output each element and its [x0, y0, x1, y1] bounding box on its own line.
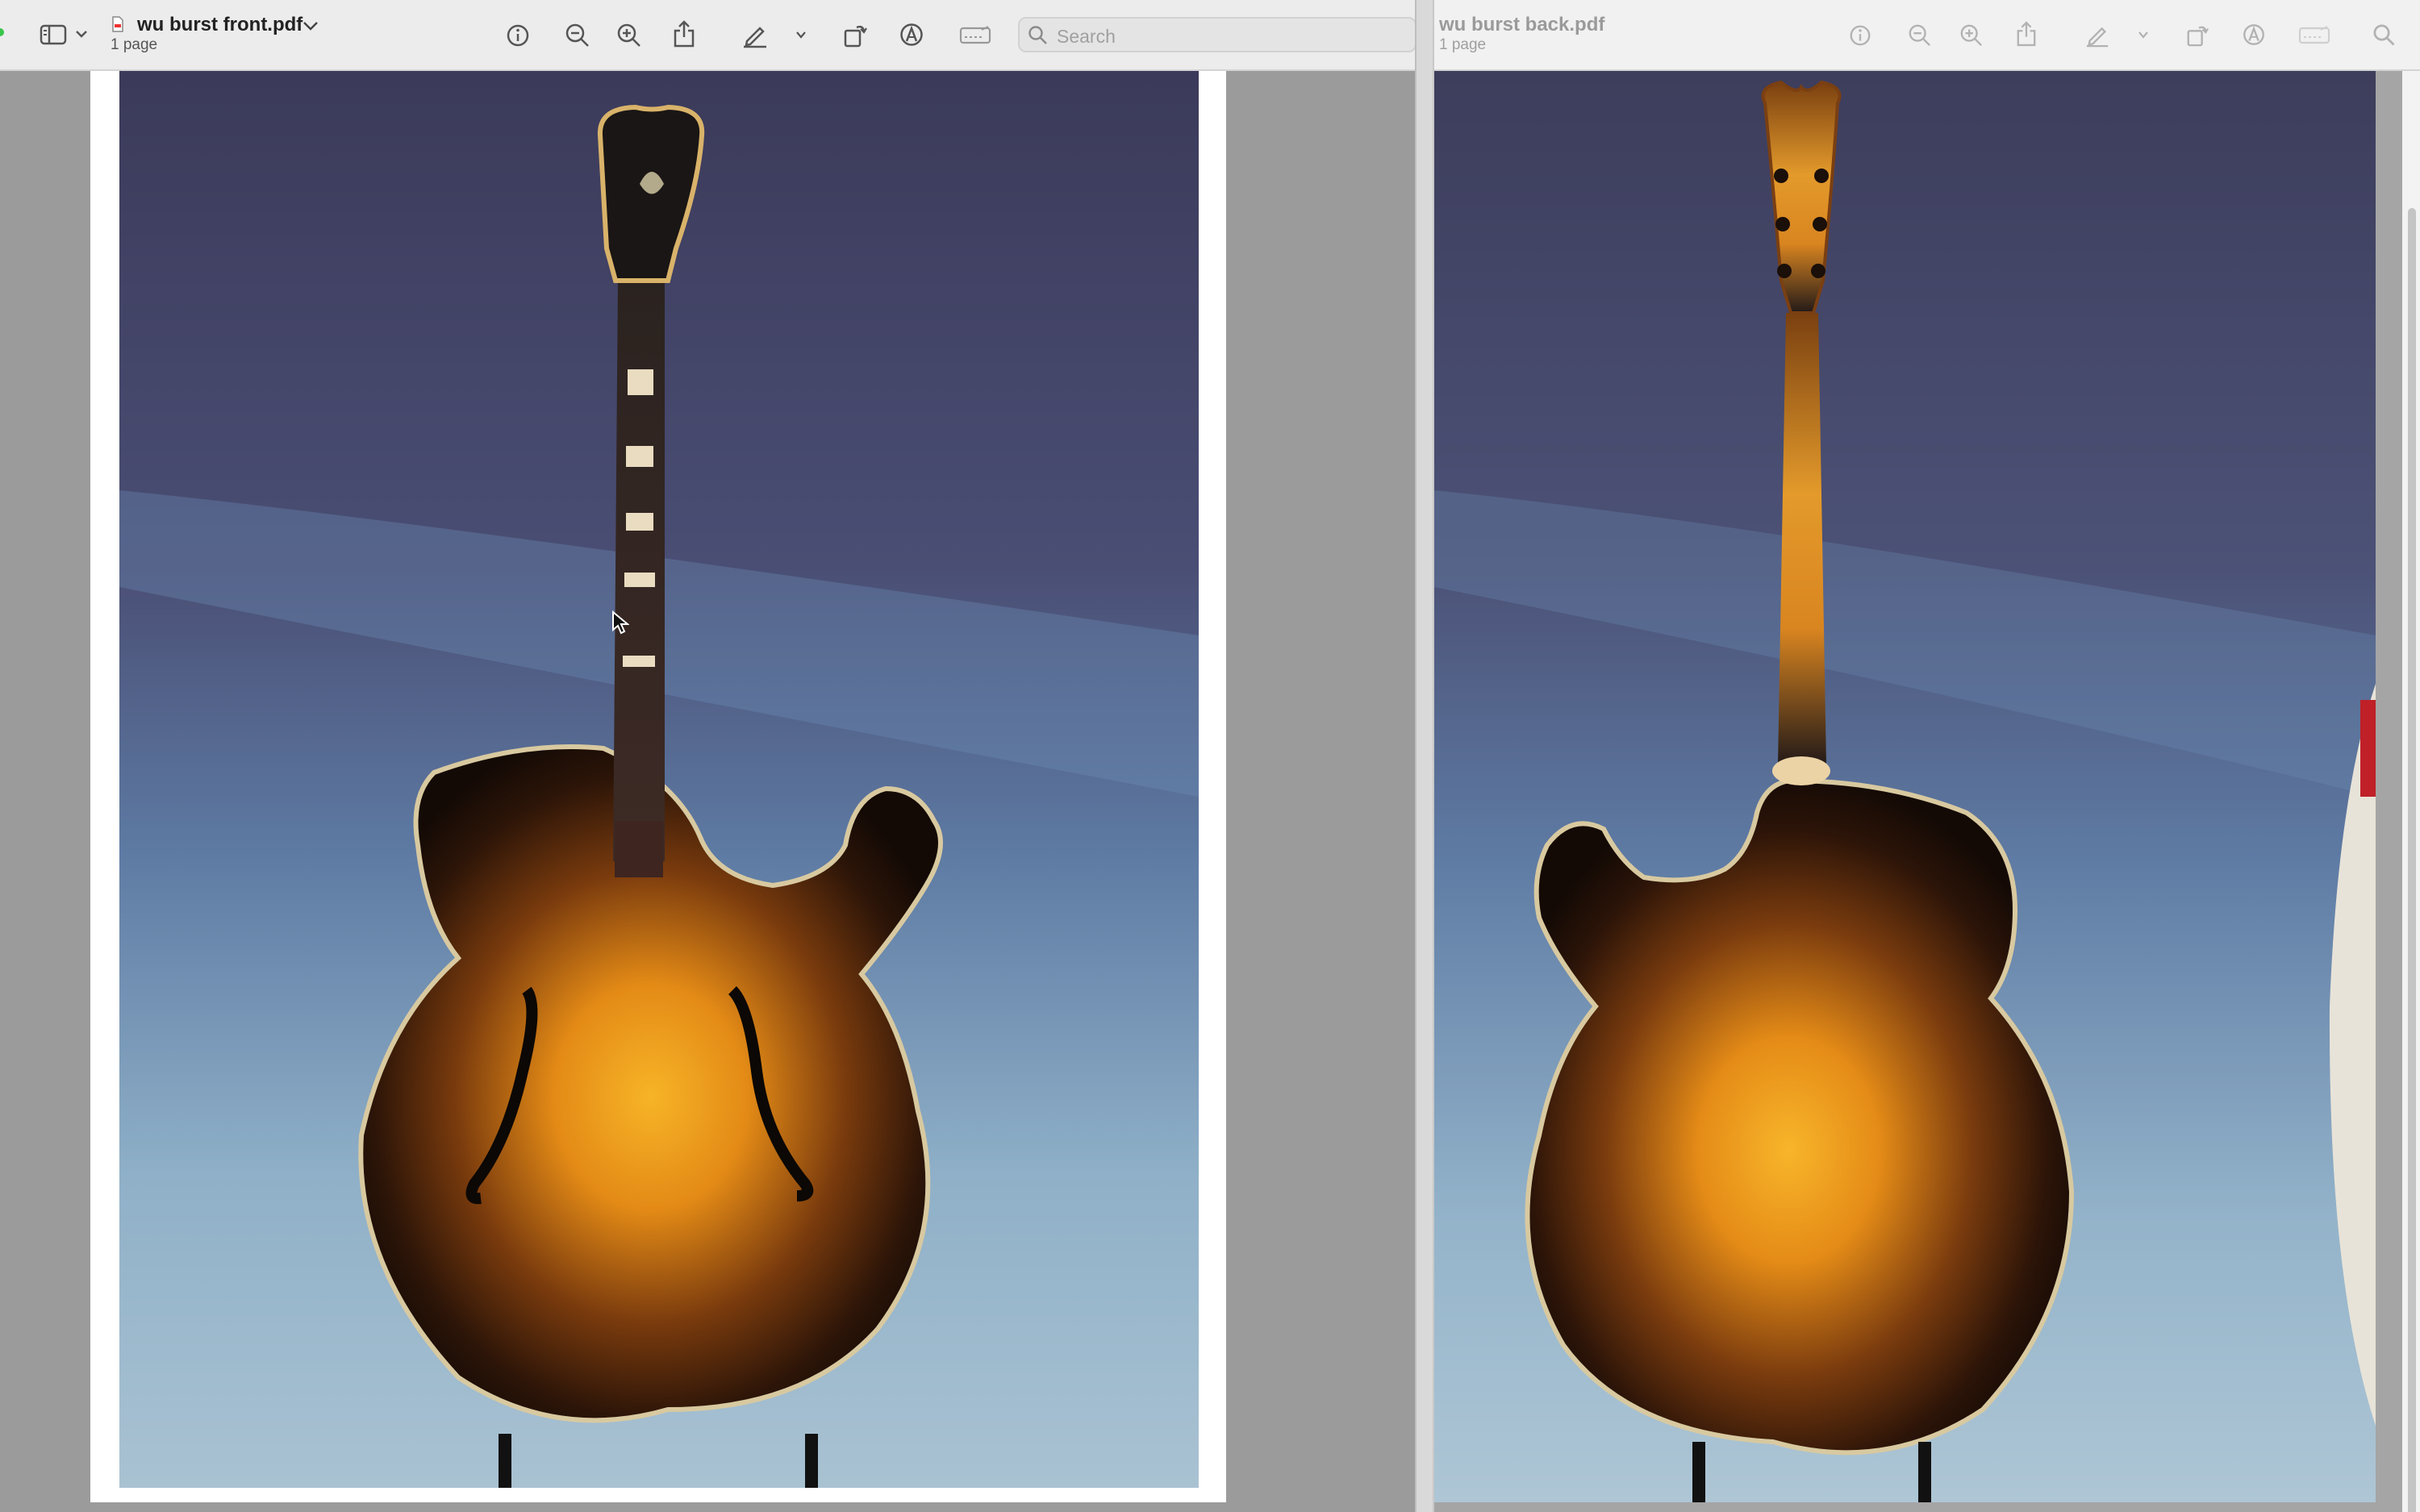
page-count: 1 page [111, 36, 158, 53]
vertical-scrollbar[interactable] [2402, 71, 2420, 1512]
share-icon[interactable] [668, 16, 700, 52]
right-preview-window: wu burst back.pdf 1 page [1434, 0, 2420, 1512]
markup-chevron-down-icon[interactable] [792, 26, 810, 44]
info-icon[interactable] [1844, 19, 1876, 52]
zoom-in-icon[interactable] [613, 19, 645, 52]
mouse-cursor-icon [610, 610, 631, 635]
guitar-front-photo [119, 71, 1199, 1488]
document-title[interactable]: wu burst front.pdf [137, 14, 302, 36]
window-control-dot[interactable] [0, 27, 5, 37]
right-toolbar: wu burst back.pdf 1 page [1434, 0, 2420, 71]
form-fill-icon[interactable] [2296, 21, 2333, 50]
rotate-icon[interactable] [839, 18, 871, 52]
pdf-page [90, 71, 1226, 1502]
markup-chevron-down-icon[interactable] [2134, 26, 2152, 44]
zoom-out-icon[interactable] [561, 19, 594, 52]
scrollbar-thumb[interactable] [2408, 208, 2416, 1512]
markup-pen-icon[interactable] [2081, 18, 2113, 52]
title-chevron-down-icon[interactable] [300, 15, 321, 37]
share-icon[interactable] [2010, 16, 2042, 52]
search-icon[interactable] [2368, 19, 2401, 52]
search-icon [1026, 23, 1050, 48]
window-divider [1415, 0, 1434, 1512]
rotate-icon[interactable] [2181, 18, 2213, 52]
left-preview-window: wu burst front.pdf 1 page Search [0, 0, 1415, 1512]
sidebar-icon[interactable] [37, 19, 69, 50]
search-field[interactable]: Search [1018, 17, 1415, 52]
page-count: 1 page [1439, 36, 1487, 53]
form-fill-icon[interactable] [957, 21, 994, 50]
annotate-icon[interactable] [895, 18, 928, 52]
left-toolbar: wu burst front.pdf 1 page Search [0, 0, 1415, 71]
zoom-out-icon[interactable] [1904, 19, 1936, 52]
zoom-in-icon[interactable] [1955, 19, 1988, 52]
document-title[interactable]: wu burst back.pdf [1439, 14, 1604, 36]
info-icon[interactable] [502, 19, 534, 52]
markup-pen-icon[interactable] [739, 18, 771, 52]
pdf-file-icon [110, 15, 126, 34]
search-placeholder[interactable]: Search [1057, 26, 1116, 48]
guitar-back-photo [1434, 71, 2376, 1502]
chevron-down-icon[interactable] [73, 24, 90, 44]
annotate-icon[interactable] [2238, 18, 2270, 52]
